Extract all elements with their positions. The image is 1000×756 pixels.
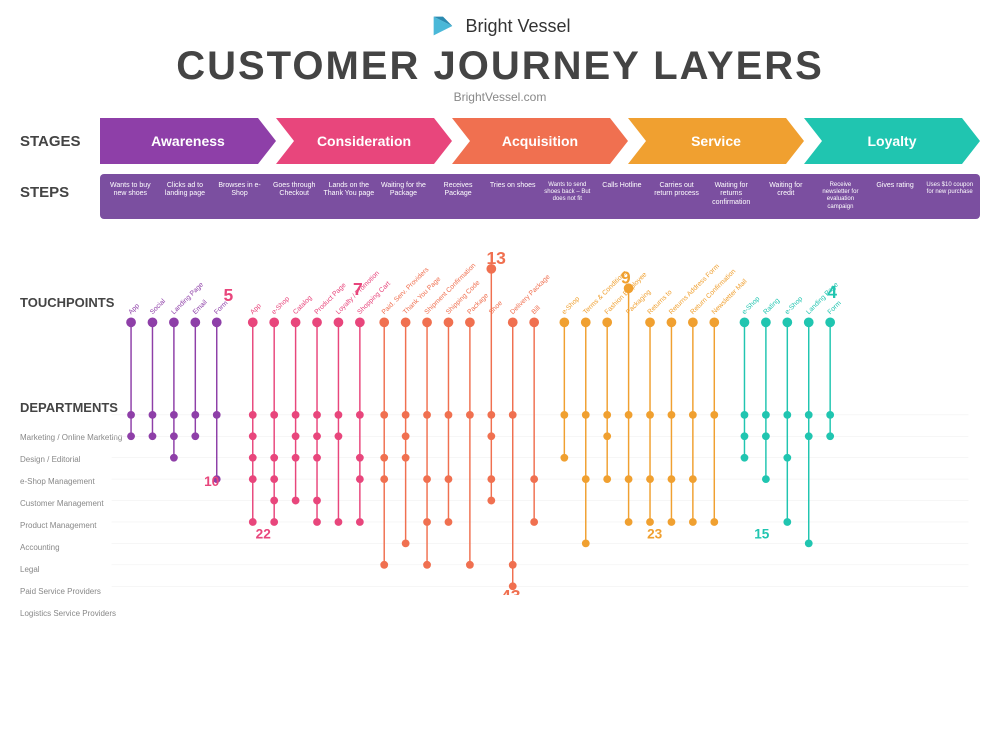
dept-design: Design / Editorial xyxy=(20,449,100,471)
touchpoints-section: TOUCHPOINTS DEPARTMENTS Marketing / Onli… xyxy=(20,225,980,625)
dept-logistics: Logistics Service Providers xyxy=(20,603,100,625)
svg-text:Shoe: Shoe xyxy=(488,299,504,315)
step-6: Waiting for the Package xyxy=(377,180,430,213)
svg-text:43: 43 xyxy=(501,586,521,595)
stage-service: Service xyxy=(628,118,804,164)
step-15: Gives rating xyxy=(869,180,922,213)
steps-section: STEPS Wants to buy new shoes Clicks ad t… xyxy=(0,170,1000,225)
stage-consideration: Consideration xyxy=(276,118,452,164)
dept-paid: Paid Service Providers xyxy=(20,581,100,603)
step-10: Calls Hotline xyxy=(596,180,649,213)
dept-customer: Customer Management xyxy=(20,493,100,515)
svg-text:e-Shop: e-Shop xyxy=(741,295,762,316)
step-2: Clicks ad to landing page xyxy=(159,180,212,213)
header: Bright Vessel CUSTOMER JOURNEY LAYERS Br… xyxy=(0,0,1000,108)
svg-text:e-Shop: e-Shop xyxy=(271,295,292,316)
svg-text:e-Shop: e-Shop xyxy=(561,295,582,316)
step-5: Lands on the Thank You page xyxy=(323,180,376,213)
dept-legal: Legal xyxy=(20,559,100,581)
stage-acquisition: Acquisition xyxy=(452,118,628,164)
dept-eshop: e-Shop Management xyxy=(20,471,100,493)
svg-text:App: App xyxy=(249,302,263,316)
step-4: Goes through Checkout xyxy=(268,180,321,213)
svg-text:15: 15 xyxy=(754,526,770,541)
svg-text:Thank You Page: Thank You Page xyxy=(402,275,442,315)
svg-text:Form: Form xyxy=(827,299,843,315)
svg-text:Social: Social xyxy=(149,297,167,315)
steps-bar: Wants to buy new shoes Clicks ad to land… xyxy=(100,174,980,219)
touchpoints-label: TOUCHPOINTS xyxy=(20,225,100,310)
stage-loyalty: Loyalty xyxy=(804,118,980,164)
step-12: Waiting for returns confirmation xyxy=(705,180,758,213)
dept-marketing: Marketing / Online Marketing xyxy=(20,427,100,449)
dept-names: Marketing / Online Marketing Design / Ed… xyxy=(20,427,100,625)
svg-text:9: 9 xyxy=(621,267,631,287)
svg-text:Catalog: Catalog xyxy=(292,294,314,316)
step-16: Uses $10 coupon for new purchase xyxy=(923,180,976,213)
stage-awareness: Awareness xyxy=(100,118,276,164)
svg-text:23: 23 xyxy=(647,526,663,541)
step-13: Waiting for credit xyxy=(760,180,813,213)
main-content: TOUCHPOINTS DEPARTMENTS Marketing / Onli… xyxy=(0,225,1000,625)
svg-text:Delivery Package: Delivery Package xyxy=(509,273,552,316)
svg-text:5: 5 xyxy=(224,285,234,305)
svg-text:22: 22 xyxy=(256,526,272,541)
logo-text: Bright Vessel xyxy=(465,16,570,37)
main-title: CUSTOMER JOURNEY LAYERS xyxy=(0,44,1000,88)
stages-section: STAGES Awareness Consideration Acquisiti… xyxy=(0,108,1000,170)
chart-svg: App Social Landing Page Email xyxy=(100,225,980,595)
svg-text:4: 4 xyxy=(827,282,837,302)
departments-label: DEPARTMENTS xyxy=(20,310,100,415)
chart-area: App Social Landing Page Email xyxy=(100,225,980,595)
svg-text:7: 7 xyxy=(353,279,363,299)
subtitle: BrightVessel.com xyxy=(0,90,1000,104)
step-7: Receives Package xyxy=(432,180,485,213)
step-1: Wants to buy new shoes xyxy=(104,180,157,213)
step-14: Receive newsletter for evaluation campai… xyxy=(814,180,867,213)
svg-text:13: 13 xyxy=(486,248,506,268)
step-8: Tries on shoes xyxy=(486,180,539,213)
step-11: Carries out return process xyxy=(650,180,703,213)
stages-label: STAGES xyxy=(20,133,100,150)
svg-text:Rating: Rating xyxy=(762,297,781,316)
svg-text:Bill: Bill xyxy=(531,304,543,316)
left-labels: TOUCHPOINTS DEPARTMENTS Marketing / Onli… xyxy=(20,225,100,625)
svg-text:Email: Email xyxy=(192,298,209,315)
logo-area: Bright Vessel xyxy=(0,12,1000,40)
svg-text:10: 10 xyxy=(204,474,220,489)
svg-text:App: App xyxy=(128,302,142,316)
steps-label: STEPS xyxy=(20,174,100,201)
step-3: Browses in e-Shop xyxy=(213,180,266,213)
stages-arrows: Awareness Consideration Acquisition Serv… xyxy=(100,118,980,164)
dept-accounting: Accounting xyxy=(20,537,100,559)
logo-icon xyxy=(429,12,457,40)
svg-text:e-Shop: e-Shop xyxy=(784,295,805,316)
step-9: Wants to send shoes back – But does not … xyxy=(541,180,594,213)
dept-product: Product Management xyxy=(20,515,100,537)
